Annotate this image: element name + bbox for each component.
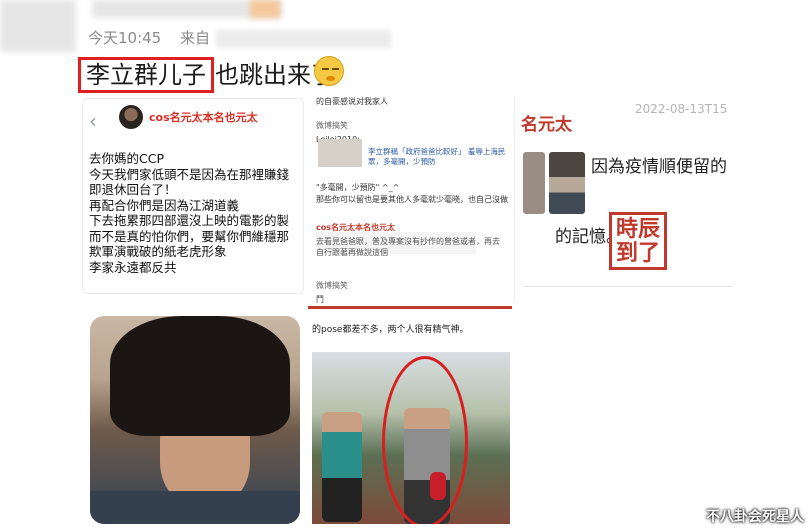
blurred-source (216, 29, 392, 48)
tag-label: 微博搞笑 (316, 281, 348, 290)
statement-line: 下去拖累那四部還沒上映的電影的製 (89, 213, 290, 228)
smirking-face-icon (314, 56, 344, 86)
thumbnail-image (523, 152, 545, 214)
two-men-photo (312, 352, 510, 524)
thumbnail-image (318, 139, 362, 167)
thumbnail-image (549, 152, 585, 214)
post-source: 来自 (180, 27, 392, 48)
red-underline (308, 306, 512, 309)
post-timestamp: 今天10:45 (88, 29, 162, 47)
highlighted-name: 李立群儿子 (78, 57, 214, 93)
top-line: 的自豪感说对我家人 (316, 97, 388, 106)
post-date: 2022-08-13T15 (635, 102, 728, 116)
username: cos名元太本名也元太 (149, 111, 258, 124)
quote-text: "多毫開，少預防" ^_^ (316, 183, 400, 192)
tag-label: 微博搞笑 (316, 121, 348, 130)
statement-line: 即退休回台了！ (89, 182, 177, 197)
watermark: 不八卦会死星人 (706, 509, 804, 525)
mark-text: 鬥 (316, 295, 324, 304)
statement-line: 去你媽的CCP (89, 151, 164, 166)
photo-caption: 的pose都差不多，两个人很有精气神。 (312, 325, 469, 335)
divider (523, 286, 733, 287)
portrait-photo (90, 316, 300, 524)
statement-line: 欺軍演戰破的紙老虎形象 (89, 244, 227, 259)
post-text: 因為疫情順便留的 (591, 157, 727, 177)
statement-line: 再配合你們是因為江湖道義 (89, 197, 240, 213)
stamp-line: 時辰 (615, 217, 660, 242)
username: 名元太 (521, 115, 572, 135)
screenshot-card-post: 名元太 2022-08-13T15 因為疫情順便留的 的記憶。 時辰 到了 (514, 96, 740, 301)
screenshot-card-statement: ‹ cos名元太本名也元太 去你媽的CCP 今天我們家低頭不是因為在那裡賺錢 即… (82, 98, 304, 294)
shirt (90, 491, 300, 524)
source-prefix: 来自 (180, 29, 211, 47)
stamp-seal: 時辰 到了 (609, 212, 667, 270)
red-circle-highlight (382, 356, 468, 524)
comment-body: 那些你可以留也是要其他人多毫就少毫晓，也自己沒做 (316, 195, 508, 204)
hair (110, 316, 290, 436)
news-headline: 李立群稱「政府爸爸比較好」 羞辱上海民眾，多毫開，少預防 (368, 147, 506, 166)
post-text: 李立群儿子 也跳出来了 (78, 55, 335, 93)
blurred-tag (250, 0, 280, 18)
back-icon: ‹ (89, 109, 97, 133)
person-left (322, 412, 362, 522)
statement-line: 而不是真的怕你們，要幫你們維穩那 (89, 228, 290, 244)
statement-line: 李家永遠都反共 (89, 259, 177, 275)
blurred-avatar (0, 0, 76, 52)
stamp-line: 到了 (615, 241, 660, 266)
reply-text: 去看見爸爸眼，普及專案沒有抄作的曾爸或者，再去自行跟著再做說這個 (316, 237, 500, 257)
avatar (119, 105, 143, 129)
screenshot-card-comments: 的自豪感说对我家人 微博搞笑 Leilei2010: 李立群稱「政府爸爸比較好」… (308, 92, 518, 312)
statement-text: 去你媽的CCP 今天我們家低頭不是因為在那裡賺錢 即退休回台了！ 再配合你們是因… (89, 151, 303, 275)
statement-line: 今天我們家低頭不是因為在那裡賺錢 (89, 166, 290, 182)
